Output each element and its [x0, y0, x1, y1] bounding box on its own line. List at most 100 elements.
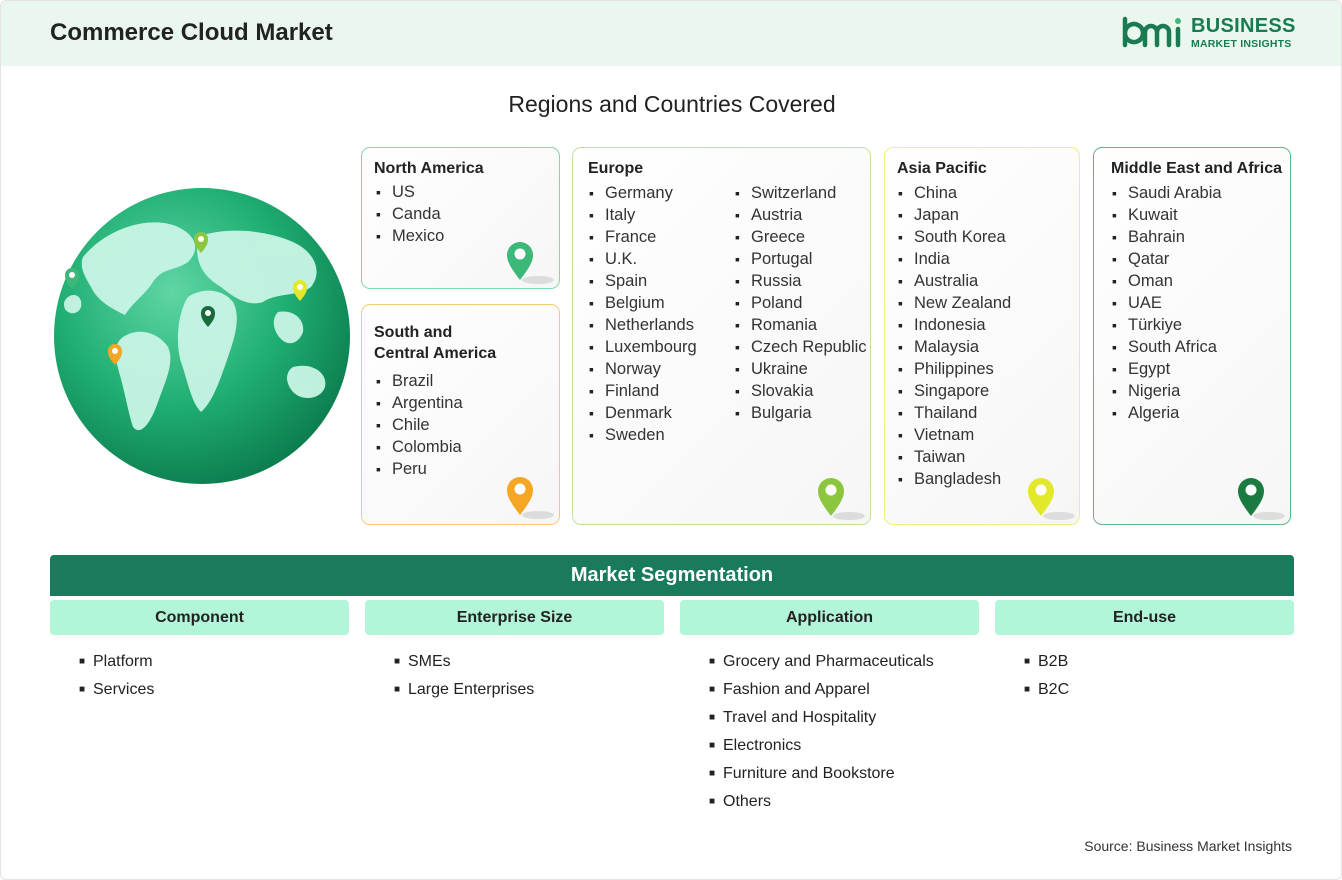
- segment-list-component: Platform Services: [79, 650, 154, 706]
- country-item: Colombia: [376, 436, 463, 458]
- region-title-line2: Central America: [374, 345, 497, 362]
- country-item: Portugal: [735, 248, 867, 270]
- header-bar: Commerce Cloud Market BUSINESS MARKET IN…: [1, 1, 1341, 66]
- region-card-europe: Europe Germany Italy France U.K. Spain B…: [572, 147, 871, 525]
- country-item: China: [898, 182, 1011, 204]
- regions-title: Regions and Countries Covered: [508, 91, 836, 117]
- country-item: US: [376, 181, 444, 203]
- segment-item: B2C: [1024, 678, 1069, 706]
- infographic-frame: Commerce Cloud Market BUSINESS MARKET IN…: [0, 0, 1342, 880]
- segment-list-end-use: B2B B2C: [1024, 650, 1069, 706]
- location-pin-icon: [507, 477, 554, 519]
- segment-item: Services: [79, 678, 154, 706]
- country-item: UAE: [1112, 292, 1222, 314]
- region-card-north-america: North America US Canda Mexico: [361, 147, 560, 289]
- country-item: Nigeria: [1112, 380, 1222, 402]
- segmentation-title-bar: Market Segmentation: [50, 555, 1294, 596]
- segment-head-application: Application: [680, 600, 979, 635]
- country-item: Qatar: [1112, 248, 1222, 270]
- location-pin-icon: [818, 478, 865, 520]
- country-item: Singapore: [898, 380, 1011, 402]
- country-list-col1: Germany Italy France U.K. Spain Belgium …: [589, 182, 697, 446]
- country-item: India: [898, 248, 1011, 270]
- country-item: Russia: [735, 270, 867, 292]
- country-item: France: [589, 226, 697, 248]
- country-item: Romania: [735, 314, 867, 336]
- country-item: Vietnam: [898, 424, 1011, 446]
- country-item: U.K.: [589, 248, 697, 270]
- segment-item: Others: [709, 790, 934, 818]
- segment-list-application: Grocery and Pharmaceuticals Fashion and …: [709, 650, 934, 818]
- segment-item: Fashion and Apparel: [709, 678, 934, 706]
- country-list-col2: Switzerland Austria Greece Portugal Russ…: [735, 182, 867, 424]
- location-pin-icon: [1028, 478, 1075, 520]
- country-item: New Zealand: [898, 292, 1011, 314]
- country-item: Poland: [735, 292, 867, 314]
- logo-line2: MARKET INSIGHTS: [1191, 38, 1292, 50]
- country-item: Spain: [589, 270, 697, 292]
- bmi-logo-mark: [1122, 16, 1181, 48]
- country-list: Saudi Arabia Kuwait Bahrain Qatar Oman U…: [1112, 182, 1222, 424]
- bmi-logo: BUSINESS MARKET INSIGHTS: [1121, 15, 1301, 55]
- location-pin-icon: [507, 242, 554, 284]
- country-item: Oman: [1112, 270, 1222, 292]
- country-item: Italy: [589, 204, 697, 226]
- country-item: Brazil: [376, 370, 463, 392]
- country-item: Greece: [735, 226, 867, 248]
- country-item: Philippines: [898, 358, 1011, 380]
- country-item: Türkiye: [1112, 314, 1222, 336]
- country-item: Ukraine: [735, 358, 867, 380]
- country-item: Germany: [589, 182, 697, 204]
- region-card-middle-east-africa: Middle East and Africa Saudi Arabia Kuwa…: [1093, 147, 1291, 525]
- country-item: Canda: [376, 203, 444, 225]
- country-item: Japan: [898, 204, 1011, 226]
- segment-item: Furniture and Bookstore: [709, 762, 934, 790]
- country-list: Brazil Argentina Chile Colombia Peru: [376, 370, 463, 480]
- country-item: Taiwan: [898, 446, 1011, 468]
- country-item: Luxembourg: [589, 336, 697, 358]
- region-title: North America: [374, 160, 484, 177]
- segment-list-enterprise-size: SMEs Large Enterprises: [394, 650, 534, 706]
- country-item: Indonesia: [898, 314, 1011, 336]
- segment-head-component: Component: [50, 600, 349, 635]
- country-item: Chile: [376, 414, 463, 436]
- country-item: Austria: [735, 204, 867, 226]
- country-item: Algeria: [1112, 402, 1222, 424]
- region-card-south-central-america: South and Central America Brazil Argenti…: [361, 304, 560, 525]
- country-item: Belgium: [589, 292, 697, 314]
- country-item: Kuwait: [1112, 204, 1222, 226]
- segment-item: Platform: [79, 650, 154, 678]
- country-item: Czech Republic: [735, 336, 867, 358]
- country-item: Denmark: [589, 402, 697, 424]
- segment-item: B2B: [1024, 650, 1069, 678]
- country-list: China Japan South Korea India Australia …: [898, 182, 1011, 490]
- country-list: US Canda Mexico: [376, 181, 444, 247]
- segment-item: Large Enterprises: [394, 678, 534, 706]
- region-title: Asia Pacific: [897, 160, 987, 177]
- country-item: Netherlands: [589, 314, 697, 336]
- country-item: Bangladesh: [898, 468, 1011, 490]
- country-item: Slovakia: [735, 380, 867, 402]
- segment-item: Electronics: [709, 734, 934, 762]
- country-item: Egypt: [1112, 358, 1222, 380]
- globe-illustration: [54, 188, 350, 484]
- location-pin-icon: [1238, 478, 1285, 520]
- segment-head-enterprise-size: Enterprise Size: [365, 600, 664, 635]
- country-item: South Korea: [898, 226, 1011, 248]
- country-item: Norway: [589, 358, 697, 380]
- country-item: Finland: [589, 380, 697, 402]
- country-item: Bahrain: [1112, 226, 1222, 248]
- segment-item: Grocery and Pharmaceuticals: [709, 650, 934, 678]
- segment-head-end-use: End-use: [995, 600, 1294, 635]
- country-item: Mexico: [376, 225, 444, 247]
- country-item: Bulgaria: [735, 402, 867, 424]
- segment-item: Travel and Hospitality: [709, 706, 934, 734]
- logo-line1: BUSINESS: [1191, 15, 1296, 37]
- region-title-line1: South and: [374, 324, 453, 341]
- segment-item: SMEs: [394, 650, 534, 678]
- country-item: Argentina: [376, 392, 463, 414]
- source-note: Source: Business Market Insights: [1084, 838, 1292, 854]
- country-item: Malaysia: [898, 336, 1011, 358]
- country-item: Peru: [376, 458, 463, 480]
- country-item: Switzerland: [735, 182, 867, 204]
